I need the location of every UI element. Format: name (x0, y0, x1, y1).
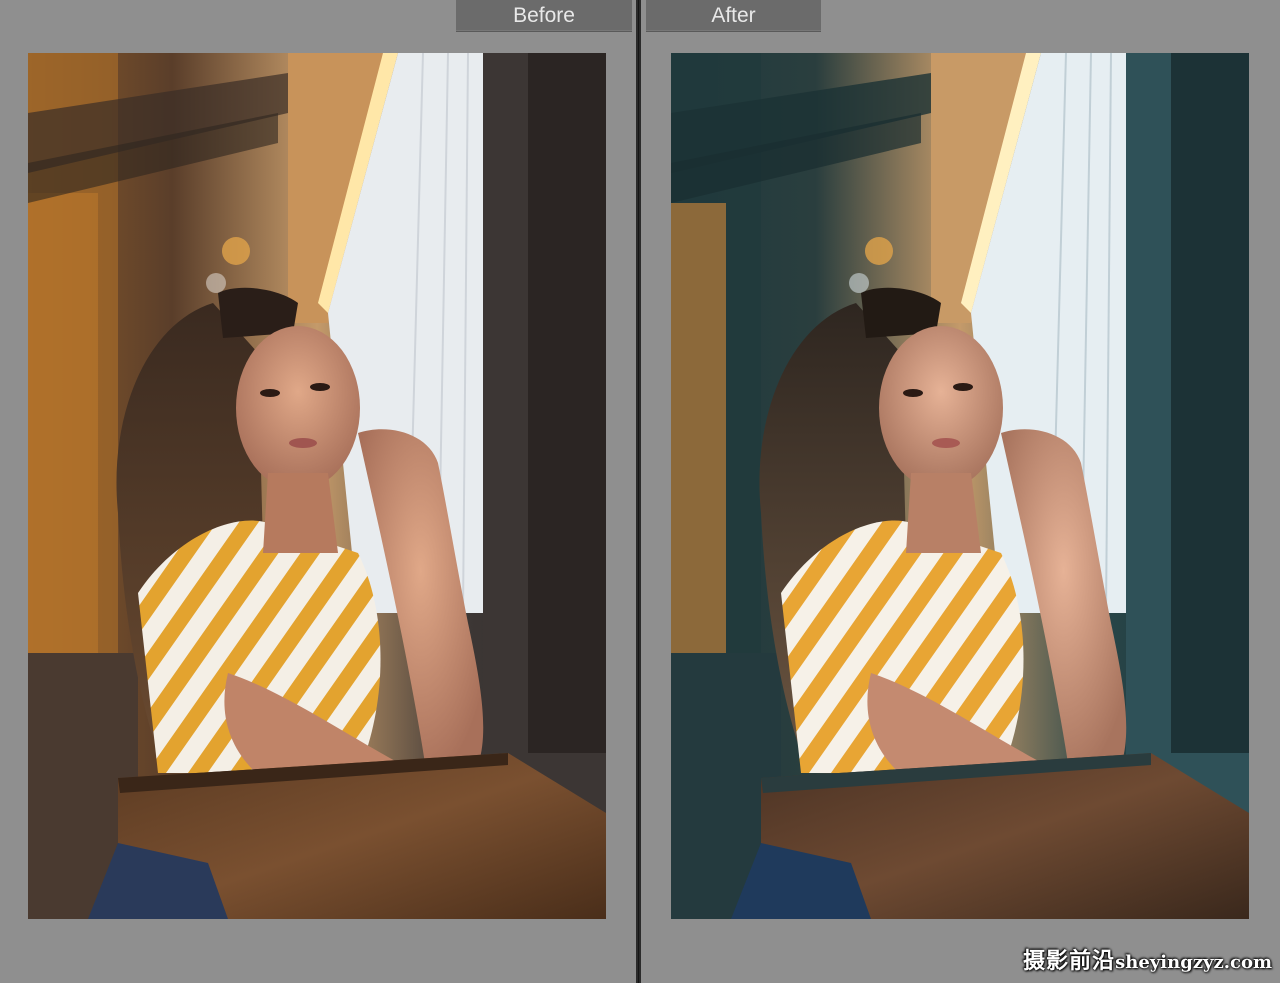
before-tab[interactable]: Before (456, 0, 632, 32)
before-photo-image (28, 53, 606, 919)
after-tab[interactable]: After (646, 0, 821, 32)
watermark-en: sheyingzyz.com (1115, 952, 1272, 973)
before-photo[interactable] (28, 53, 606, 919)
before-after-viewer: Before After 摄影前沿sheyingzyz.com (0, 0, 1280, 983)
before-panel: Before (0, 0, 636, 983)
after-photo[interactable] (671, 53, 1249, 919)
after-photo-image (671, 53, 1249, 919)
after-panel: After (641, 0, 1280, 983)
watermark: 摄影前沿sheyingzyz.com (1023, 943, 1272, 975)
watermark-cn: 摄影前沿 (1023, 948, 1116, 974)
